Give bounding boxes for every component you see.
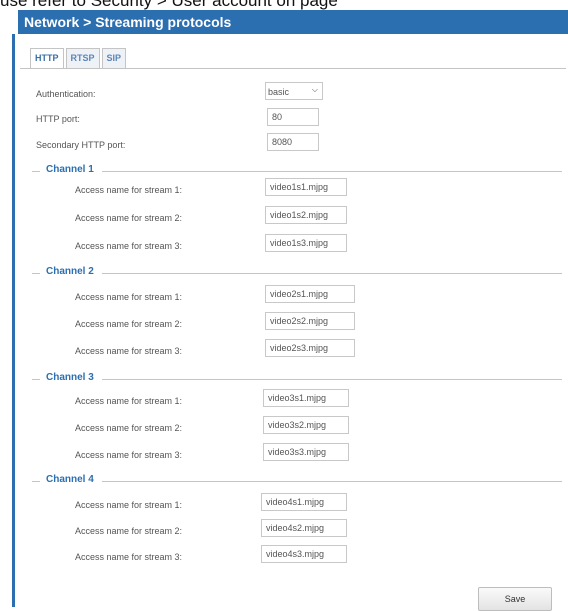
protocol-tabs: HTTP RTSP SIP [30, 48, 128, 69]
channel-1-title: Channel 1 [46, 164, 100, 175]
tab-sip[interactable]: SIP [101, 48, 127, 68]
channel-2-header: Channel 2 [32, 266, 562, 280]
fieldset-divider [32, 481, 40, 482]
fieldset-divider [102, 171, 562, 172]
tab-http[interactable]: HTTP [30, 48, 64, 69]
channel-3-header: Channel 3 [32, 372, 562, 386]
channel-2-stream-3-label: Access name for stream 3: [75, 346, 183, 356]
channel-4-title: Channel 4 [46, 474, 100, 485]
channel-4-header: Channel 4 [32, 474, 562, 488]
channel-3-title: Channel 3 [46, 372, 100, 383]
channel-2-stream-1-input[interactable] [265, 285, 355, 303]
authentication-select-wrap: basic ⌵ [265, 82, 323, 100]
channel-3-stream-3-label: Access name for stream 3: [75, 450, 183, 460]
channel-2-title: Channel 2 [46, 266, 100, 277]
tab-rtsp[interactable]: RTSP [65, 48, 100, 68]
left-accent-rule [12, 34, 15, 607]
fieldset-divider [102, 273, 562, 274]
channel-3-stream-2-label: Access name for stream 2: [75, 423, 183, 433]
channel-1-stream-3-label: Access name for stream 3: [75, 241, 183, 251]
channel-3-stream-2-input[interactable] [263, 416, 349, 434]
channel-4-stream-1-label: Access name for stream 1: [75, 500, 183, 510]
channel-2-stream-2-input[interactable] [265, 312, 355, 330]
channel-3-stream-1-label: Access name for stream 1: [75, 396, 183, 406]
fieldset-divider [102, 481, 562, 482]
secondary-http-port-input[interactable] [267, 133, 319, 151]
http-port-label: HTTP port: [36, 114, 80, 124]
fieldset-divider [32, 273, 40, 274]
fieldset-divider [32, 379, 40, 380]
channel-1-stream-1-label: Access name for stream 1: [75, 185, 183, 195]
authentication-label: Authentication: [36, 89, 96, 99]
http-port-input[interactable] [267, 108, 319, 126]
page-title: Network > Streaming protocols [18, 10, 568, 34]
channel-1-stream-1-input[interactable] [265, 178, 347, 196]
channel-3-stream-1-input[interactable] [263, 389, 349, 407]
channel-4-stream-1-input[interactable] [261, 493, 347, 511]
authentication-select[interactable]: basic [265, 82, 323, 100]
channel-2-stream-3-input[interactable] [265, 339, 355, 357]
secondary-http-port-label: Secondary HTTP port: [36, 140, 126, 150]
save-button[interactable]: Save [478, 587, 552, 611]
channel-4-stream-2-input[interactable] [261, 519, 347, 537]
channel-2-stream-2-label: Access name for stream 2: [75, 319, 183, 329]
channel-1-stream-3-input[interactable] [265, 234, 347, 252]
channel-4-stream-3-label: Access name for stream 3: [75, 552, 183, 562]
fieldset-divider [102, 379, 562, 380]
channel-1-stream-2-label: Access name for stream 2: [75, 213, 183, 223]
channel-3-stream-3-input[interactable] [263, 443, 349, 461]
channel-4-stream-2-label: Access name for stream 2: [75, 526, 183, 536]
channel-1-stream-2-input[interactable] [265, 206, 347, 224]
channel-4-stream-3-input[interactable] [261, 545, 347, 563]
channel-1-header: Channel 1 [32, 164, 562, 178]
fieldset-divider [32, 171, 40, 172]
channel-2-stream-1-label: Access name for stream 1: [75, 292, 183, 302]
settings-panel: HTTP RTSP SIP Authentication: basic ⌵ HT… [18, 34, 568, 611]
